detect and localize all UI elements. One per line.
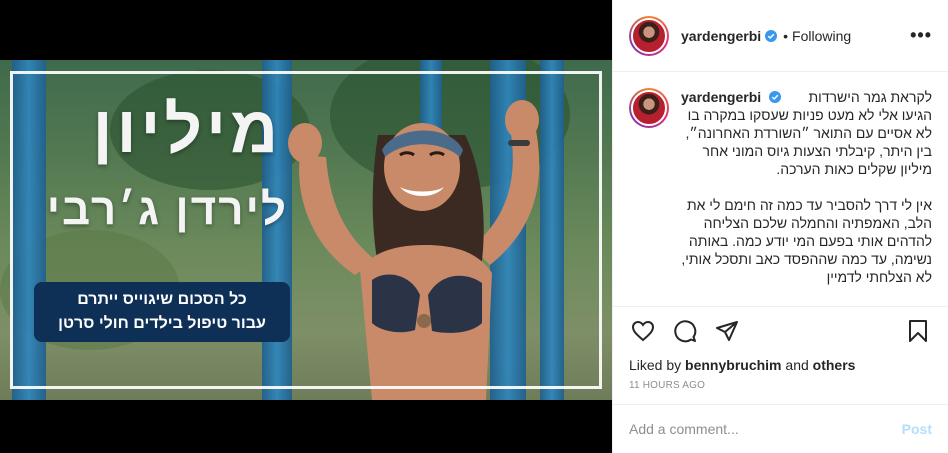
header-username[interactable]: yardengerbi [681,28,761,44]
banner-line-2: עבור טיפול בילדים חולי סרטן [58,315,266,332]
caption-avatar[interactable] [629,88,669,128]
caption-area: yardengerbi לקראת גמר הישרדות הגיעו אלי … [613,72,948,306]
caption-text: yardengerbi לקראת גמר הישרדות הגיעו אלי … [681,88,932,306]
post-header: yardengerbi • Following ••• [613,0,948,72]
comment-icon[interactable] [671,317,699,345]
comment-input[interactable] [629,421,902,437]
likes-line: Liked by bennybruchim and others [613,354,948,376]
caption-paragraph-2: אין לי דרך להסביר עד כמה זה חימם לי את ה… [681,197,932,285]
post-comment-button[interactable]: Post [902,421,932,437]
post-media[interactable]: מיליון לירדן ג׳רבי כל הסכום שיגוייס ייתר… [0,0,612,453]
action-bar [613,306,948,354]
likes-prefix: Liked by [629,357,682,373]
caption-paragraph-1: הגיעו אלי לא מעט פניות שעסקו במקרה בו לא… [685,107,932,177]
banner-line-1: כל הסכום שיגוייס ייתרם [77,291,247,308]
avatar[interactable] [629,15,669,56]
post-side-panel: yardengerbi • Following ••• yardengerbi … [612,0,948,453]
comment-box: Post [613,404,948,453]
verified-badge-icon [765,29,778,42]
post-timestamp[interactable]: 11 HOURS AGO [613,376,948,404]
media-subhead: לירדן ג׳רבי [46,185,288,234]
verified-badge-icon [769,91,782,103]
instagram-post: מיליון לירדן ג׳רבי כל הסכום שיגוייס ייתר… [0,0,948,453]
bookmark-icon[interactable] [904,317,932,345]
likes-user-link[interactable]: bennybruchim [685,357,781,373]
separator-dot: • [783,27,789,44]
media-banner: כל הסכום שיגוייס ייתרם עבור טיפול בילדים… [34,282,290,342]
more-horizontal-icon[interactable]: ••• [910,25,932,46]
share-icon[interactable] [713,317,741,345]
following-button[interactable]: Following [792,28,851,44]
likes-others-link[interactable]: others [813,357,856,373]
likes-joiner: and [785,357,809,373]
caption-username[interactable]: yardengerbi [681,89,761,105]
heart-icon[interactable] [629,317,657,345]
caption-first-line: לקראת גמר הישרדות [808,89,932,105]
media-headline: מיליון [92,92,282,166]
